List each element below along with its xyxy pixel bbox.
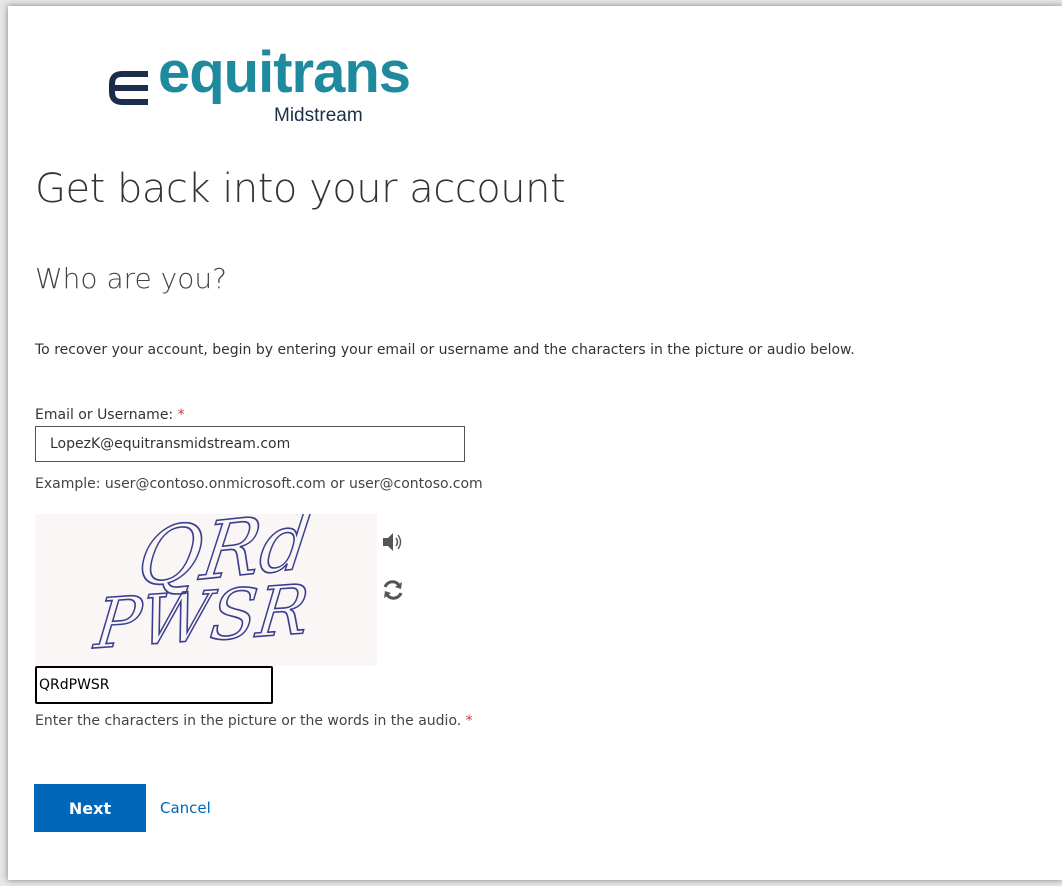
email-username-input[interactable] [35,426,465,462]
intro-text: To recover your account, begin by enteri… [35,342,855,358]
company-logo: equitrans Midstream [104,44,434,140]
email-label-text: Email or Username: [35,407,174,423]
captcha-hint: Enter the characters in the picture or t… [35,713,473,729]
captcha-audio-button[interactable] [380,530,406,554]
required-marker: * [465,713,473,729]
speaker-icon [383,533,402,551]
captcha-hint-text: Enter the characters in the picture or t… [35,713,462,729]
captcha-distorted-text-icon: QRd PWSR [88,493,317,666]
next-button[interactable]: Next [34,784,146,832]
required-marker: * [177,407,185,423]
captcha-refresh-button[interactable] [380,578,406,602]
captcha-line-2: PWSR [89,570,312,665]
logo-wordmark: equitrans [158,40,411,105]
refresh-icon [383,580,403,600]
equitrans-logo-mark-icon [109,71,148,105]
logo-subtitle: Midstream [274,105,363,126]
email-example-text: Example: user@contoso.onmicrosoft.com or… [35,476,483,492]
captcha-input[interactable] [35,666,273,704]
recovery-page: equitrans Midstream Get back into your a… [8,6,1062,880]
page-subtitle: Who are you? [35,262,227,295]
captcha-image: QRd PWSR [35,493,377,666]
cancel-link[interactable]: Cancel [160,799,211,817]
page-title: Get back into your account [35,166,566,212]
email-field-label: Email or Username: * [35,407,185,423]
